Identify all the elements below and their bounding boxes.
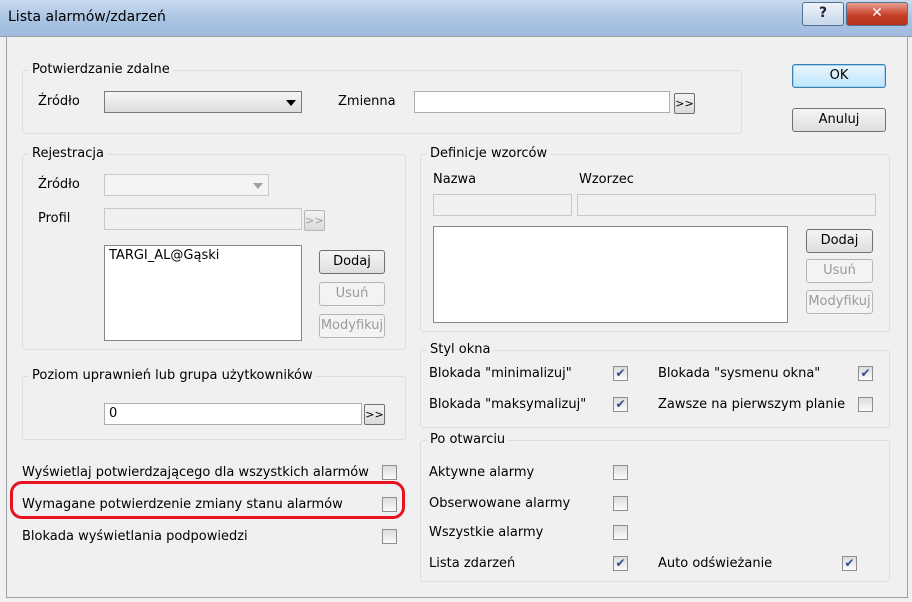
all-alarms-checkbox[interactable]: [613, 525, 628, 540]
registration-profile-input[interactable]: [104, 208, 302, 230]
block-tooltips-checkbox[interactable]: [382, 529, 397, 544]
permission-level-browse-button[interactable]: >>: [364, 404, 385, 425]
block-minimize-label: Blokada "minimalizuj": [429, 366, 572, 381]
title-bar[interactable]: Lista alarmów/zdarzeń ? ✕: [0, 0, 912, 37]
event-list-label: Lista zdarzeń: [429, 556, 516, 571]
event-list-checkbox[interactable]: ✔: [613, 556, 628, 571]
all-alarms-label: Wszystkie alarmy: [429, 525, 544, 540]
active-alarms-label: Aktywne alarmy: [429, 465, 535, 480]
window-style-legend: Styl okna: [427, 342, 494, 357]
registration-legend: Rejestracja: [29, 146, 107, 161]
chevron-down-icon: [286, 100, 296, 106]
auto-refresh-label: Auto odświeżanie: [658, 556, 773, 571]
always-on-top-checkbox[interactable]: [858, 397, 873, 412]
remote-variable-label: Zmienna: [338, 94, 396, 109]
block-minimize-checkbox[interactable]: ✔: [613, 366, 628, 381]
pattern-remove-button[interactable]: Usuń: [806, 259, 873, 283]
pattern-modify-button[interactable]: Modyfikuj: [806, 290, 873, 314]
window-title: Lista alarmów/zdarzeń: [8, 9, 166, 25]
remote-source-combo[interactable]: [104, 91, 302, 113]
active-alarms-checkbox[interactable]: [613, 465, 628, 480]
registration-profile-label: Profil: [38, 211, 71, 226]
cancel-button[interactable]: Anuluj: [792, 108, 886, 132]
pattern-pattern-input[interactable]: [577, 194, 876, 216]
remote-confirm-legend: Potwierdzanie zdalne: [29, 62, 173, 77]
permission-level-legend: Poziom uprawnień lub grupa użytkowników: [29, 368, 316, 383]
registration-profile-browse-button[interactable]: >>: [304, 210, 325, 231]
always-on-top-label: Zawsze na pierwszym planie: [658, 397, 846, 412]
registration-modify-button[interactable]: Modyfikuj: [319, 314, 385, 338]
on-open-legend: Po otwarciu: [427, 432, 509, 447]
block-maximize-checkbox[interactable]: ✔: [613, 397, 628, 412]
pattern-add-button[interactable]: Dodaj: [806, 229, 873, 253]
remote-source-label: Źródło: [38, 94, 80, 109]
pattern-name-input[interactable]: [433, 194, 572, 216]
remote-variable-browse-button[interactable]: >>: [674, 93, 695, 114]
remote-variable-input[interactable]: [414, 91, 670, 113]
auto-refresh-checkbox[interactable]: ✔: [842, 556, 857, 571]
show-confirming-label: Wyświetlaj potwierdzającego dla wszystki…: [22, 465, 369, 480]
show-confirming-checkbox[interactable]: [382, 465, 397, 480]
block-sysmenu-checkbox[interactable]: ✔: [858, 366, 873, 381]
permission-level-input[interactable]: 0: [104, 403, 362, 425]
pattern-definitions-legend: Definicje wzorców: [427, 146, 551, 161]
registration-source-label: Źródło: [38, 177, 80, 192]
ok-button[interactable]: OK: [792, 64, 886, 88]
registration-source-combo[interactable]: [104, 174, 269, 196]
registration-list[interactable]: TARGI_AL@Gąski: [104, 245, 302, 341]
pattern-name-header: Nazwa: [433, 172, 477, 187]
window-style-group: Styl okna: [420, 342, 890, 428]
pattern-list[interactable]: [433, 226, 788, 323]
list-item[interactable]: TARGI_AL@Gąski: [105, 246, 301, 265]
chevron-down-icon: [253, 183, 263, 189]
block-sysmenu-label: Blokada "sysmenu okna": [658, 366, 821, 381]
registration-remove-button[interactable]: Usuń: [319, 282, 385, 306]
pattern-pattern-header: Wzorzec: [579, 172, 634, 187]
help-button[interactable]: ?: [802, 2, 844, 26]
close-button[interactable]: ✕: [846, 2, 908, 26]
observed-alarms-label: Obserwowane alarmy: [429, 496, 571, 511]
block-tooltips-label: Blokada wyświetlania podpowiedzi: [22, 529, 248, 544]
observed-alarms-checkbox[interactable]: [613, 496, 628, 511]
highlight-annotation: [10, 481, 405, 519]
registration-add-button[interactable]: Dodaj: [319, 250, 385, 274]
block-maximize-label: Blokada "maksymalizuj": [429, 397, 587, 412]
